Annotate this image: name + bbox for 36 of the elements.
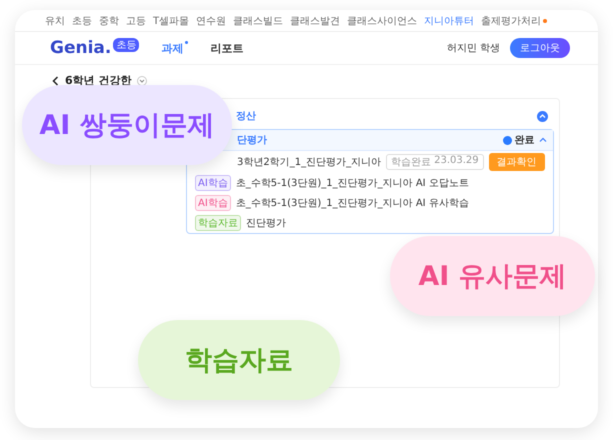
nav-link[interactable]: 연수원 <box>196 14 226 28</box>
nav-link[interactable]: 클래스빌드 <box>233 14 284 28</box>
nav-link[interactable]: 유치 <box>45 14 65 28</box>
item-title[interactable]: 3학년2학기_1_진단평가_지니아 <box>237 155 382 169</box>
tab[interactable]: 리포트 <box>210 40 248 56</box>
nav-link[interactable]: 중학 <box>99 14 119 28</box>
nav-link[interactable]: 클래스사이언스 <box>347 14 418 28</box>
status-dot-icon <box>502 136 512 144</box>
group-title: 단평가 <box>237 134 267 147</box>
collapse-icon[interactable] <box>536 110 548 122</box>
status-text: 완료 <box>514 134 535 147</box>
collapse-icon[interactable] <box>538 136 547 144</box>
tab[interactable]: 과제 <box>161 40 188 56</box>
nav-link[interactable]: 고등 <box>126 14 146 28</box>
item-title[interactable]: 초_수학5-1(3단원)_1_진단평가_지니아 AI 오답노트 <box>236 176 469 190</box>
nav-link[interactable]: 초등 <box>72 14 92 28</box>
section-title: 정산 <box>236 110 256 123</box>
dropdown-icon[interactable] <box>137 76 148 86</box>
back-icon[interactable] <box>52 76 59 86</box>
speech-bubble: 학습자료 <box>138 320 340 400</box>
speech-bubble: AI 유사문제 <box>390 236 595 316</box>
nav-link[interactable]: 클래스발견 <box>290 14 340 28</box>
type-tag: AI학습 <box>195 175 231 191</box>
logo-badge: 초등 <box>113 38 140 52</box>
item-title[interactable]: 초_수학5-1(3단원)_1_진단평가_지니아 AI 유사학습 <box>236 196 469 210</box>
nav-link[interactable]: 지니아튜터 <box>424 14 474 28</box>
item-title[interactable]: 진단평가 <box>246 216 286 230</box>
completion-label: 학습완료 23.03.29 <box>386 154 484 170</box>
user-name: 허지민 학생 <box>446 42 500 55</box>
type-tag: AI학습 <box>195 195 231 211</box>
speech-bubble: AI 쌍둥이문제 <box>22 85 232 165</box>
logout-button[interactable]: 로그아웃 <box>510 38 570 58</box>
nav-link[interactable]: 출제평가처리 <box>481 14 548 28</box>
logo[interactable]: Genia. <box>50 38 112 58</box>
type-tag: 학습자료 <box>195 215 241 231</box>
nav-link[interactable]: T셀파몰 <box>153 14 190 28</box>
